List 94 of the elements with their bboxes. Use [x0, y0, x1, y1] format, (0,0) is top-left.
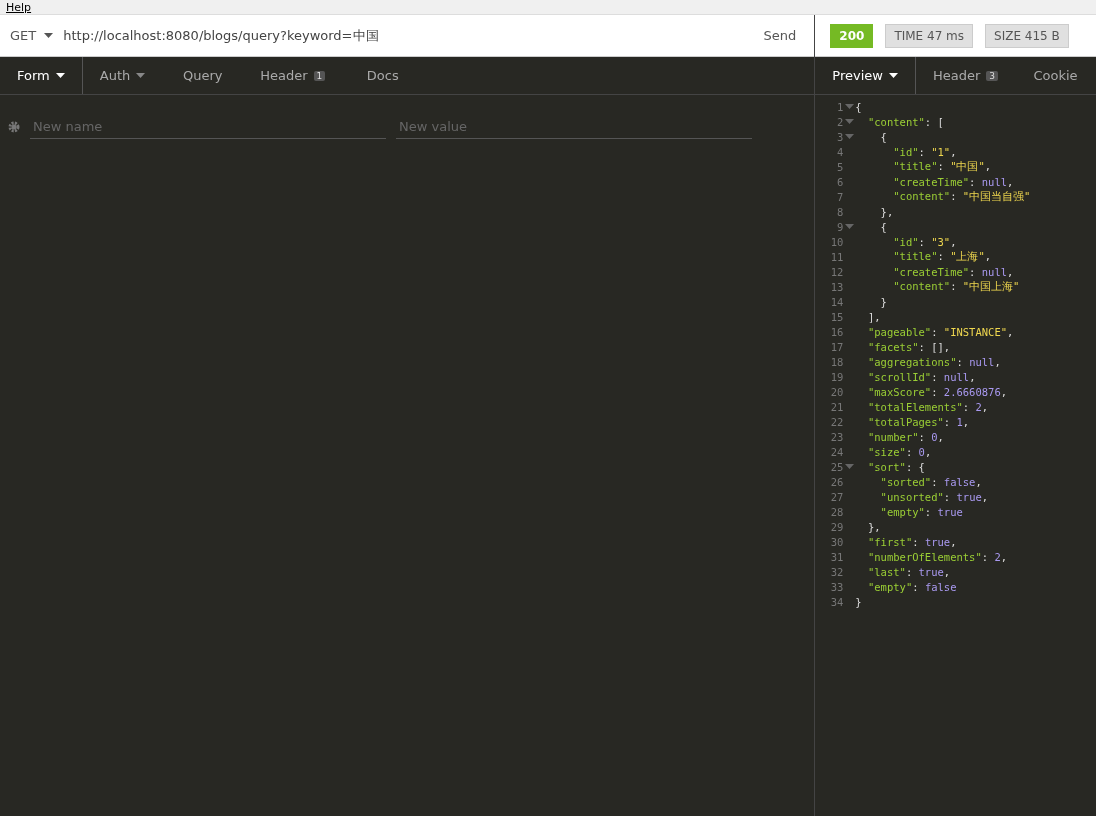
name-field[interactable]: New name: [30, 115, 386, 139]
line-number: 4: [836, 145, 844, 158]
caret-icon: [136, 73, 146, 78]
tab[interactable]: Cookie: [1016, 57, 1096, 94]
line-number: 3: [836, 130, 844, 143]
line-number: 23: [829, 430, 844, 443]
line-number: 17: [829, 340, 844, 353]
code-line: "content": "中国上海": [892, 279, 1020, 294]
line-number: 32: [829, 565, 844, 578]
tab[interactable]: Query: [163, 57, 244, 94]
line-number: 19: [829, 370, 844, 383]
code-line: "totalPages": 1,: [866, 415, 970, 428]
tab[interactable]: Auth: [82, 57, 164, 94]
code-line: "aggregations": null,: [866, 355, 1001, 368]
line-number: 12: [829, 265, 844, 278]
line-number: 29: [829, 520, 844, 533]
code-line: "content": [: [866, 115, 944, 128]
line-number: 14: [829, 295, 844, 308]
line-number: 5: [836, 160, 844, 173]
count-badge: 3: [986, 70, 998, 81]
code-line: },: [879, 205, 894, 218]
tab[interactable]: Docs: [343, 57, 424, 94]
code-line: "empty": false: [866, 580, 957, 593]
code-line: "maxScore": 2.6660876,: [866, 385, 1008, 398]
status-badge: 200: [830, 23, 874, 48]
code-line: "content": "中国当自强": [892, 189, 1031, 204]
line-number: 1: [836, 100, 844, 113]
code-line: "id": "3",: [892, 235, 957, 248]
code-line: "pageable": "INSTANCE",: [866, 325, 1014, 338]
method-dropdown[interactable]: GET: [0, 15, 64, 56]
line-number: 30: [829, 535, 844, 548]
code-line: "sort": {: [866, 460, 925, 473]
line-number: 31: [829, 550, 844, 563]
size-badge: SIZE 415 B: [985, 23, 1069, 48]
line-number: 25: [829, 460, 844, 473]
code-line: "scrollId": null,: [866, 370, 976, 383]
line-number: 21: [829, 400, 844, 413]
tab[interactable]: Header $^{3}$: [915, 57, 1016, 94]
line-number: 34: [829, 595, 844, 608]
caret-icon: [888, 73, 898, 78]
code-line: "title": "上海",: [892, 249, 992, 264]
code-line: {: [879, 220, 887, 233]
code-line: {: [879, 130, 887, 143]
line-number: 26: [829, 475, 844, 488]
settings-icon[interactable]: [8, 121, 20, 133]
tab[interactable]: Preview: [815, 57, 916, 94]
caret-icon: [55, 73, 65, 78]
line-number: 9: [836, 220, 844, 233]
code-line: "createTime": null,: [892, 265, 1014, 278]
line-number: 27: [829, 490, 844, 503]
send-button[interactable]: Send: [745, 15, 815, 56]
code-line: },: [866, 520, 881, 533]
line-number: 16: [829, 325, 844, 338]
tab[interactable]: Form: [0, 57, 83, 94]
code-line: "facets": [],: [866, 340, 951, 353]
code-line: "title": "中国",: [892, 159, 992, 174]
line-number: 24: [829, 445, 844, 458]
line-number: 28: [829, 505, 844, 518]
line-number: 7: [836, 190, 844, 203]
url-field[interactable]: http://localhost:8080/blogs/query?keyword=中国: [63, 26, 746, 45]
code-line: ],: [866, 310, 881, 323]
count-badge: 1: [313, 70, 326, 81]
code-line: }: [855, 595, 862, 608]
value-field[interactable]: New value: [396, 115, 752, 139]
code-line: "number": 0,: [866, 430, 944, 443]
line-number: 13: [829, 280, 844, 293]
code-line: "numberOfElements": 2,: [866, 550, 1008, 563]
line-number: 22: [829, 415, 844, 428]
code-line: "unsorted": true,: [879, 490, 989, 503]
code-line: "first": true,: [866, 535, 957, 548]
code-line: "last": true,: [866, 565, 951, 578]
line-number: 8: [836, 205, 844, 218]
time-badge: TIME 47 ms: [885, 23, 974, 48]
tab[interactable]: Header $^{1}$: [243, 57, 344, 94]
line-number: 33: [829, 580, 844, 593]
line-number: 6: [836, 175, 844, 188]
line-number: 10: [829, 235, 844, 248]
code-line: "sorted": false,: [879, 475, 982, 488]
line-number: 20: [829, 385, 844, 398]
line-number: 2: [836, 115, 844, 128]
code-line: "createTime": null,: [892, 175, 1014, 188]
code-line: "id": "1",: [892, 145, 957, 158]
code-line: "size": 0,: [866, 445, 932, 458]
fold-caret-icon: [844, 224, 854, 229]
code-line: }: [879, 295, 887, 308]
code-line: "totalElements": 2,: [866, 400, 989, 413]
line-number: 18: [829, 355, 844, 368]
code-line: "empty": true: [879, 505, 963, 518]
menu-item[interactable]: Help: [6, 2, 32, 14]
line-number: 11: [829, 250, 844, 263]
fold-caret-icon: [844, 464, 854, 469]
caret-icon: [44, 33, 54, 38]
code-line: {: [855, 100, 862, 113]
line-number: 15: [829, 310, 844, 323]
